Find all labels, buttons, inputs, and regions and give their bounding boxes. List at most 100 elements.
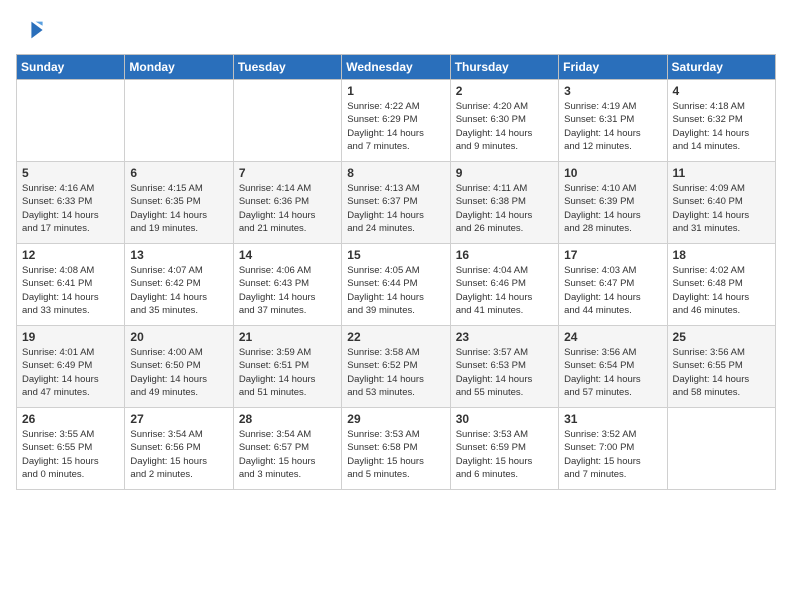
day-info: Sunrise: 4:02 AM Sunset: 6:48 PM Dayligh…	[673, 264, 770, 317]
day-number: 26	[22, 412, 119, 426]
calendar-cell: 27 Sunrise: 3:54 AM Sunset: 6:56 PM Dayli…	[125, 408, 233, 490]
calendar-cell: 28 Sunrise: 3:54 AM Sunset: 6:57 PM Dayli…	[233, 408, 341, 490]
calendar-table: SundayMondayTuesdayWednesdayThursdayFrid…	[16, 54, 776, 490]
calendar-cell	[667, 408, 775, 490]
day-info: Sunrise: 4:10 AM Sunset: 6:39 PM Dayligh…	[564, 182, 661, 235]
day-number: 4	[673, 84, 770, 98]
day-number: 28	[239, 412, 336, 426]
day-of-week-header: Saturday	[667, 55, 775, 80]
day-number: 17	[564, 248, 661, 262]
day-of-week-header: Thursday	[450, 55, 558, 80]
day-number: 10	[564, 166, 661, 180]
calendar-cell: 3Sunrise: 4:19 AM Sunset: 6:31 PM Daylig…	[559, 80, 667, 162]
calendar-cell: 20 Sunrise: 4:00 AM Sunset: 6:50 PM Dayli…	[125, 326, 233, 408]
day-number: 16	[456, 248, 553, 262]
calendar-cell: 12Sunrise: 4:08 AM Sunset: 6:41 PM Dayli…	[17, 244, 125, 326]
day-of-week-header: Monday	[125, 55, 233, 80]
day-number: 22	[347, 330, 444, 344]
calendar-week-row: 5Sunrise: 4:16 AM Sunset: 6:33 PM Daylig…	[17, 162, 776, 244]
calendar-body: 1 Sunrise: 4:22 AM Sunset: 6:29 PM Daylig…	[17, 80, 776, 490]
calendar-week-row: 12Sunrise: 4:08 AM Sunset: 6:41 PM Dayli…	[17, 244, 776, 326]
day-number: 13	[130, 248, 227, 262]
header-row: SundayMondayTuesdayWednesdayThursdayFrid…	[17, 55, 776, 80]
page-header	[16, 16, 776, 44]
calendar-cell: 11Sunrise: 4:09 AM Sunset: 6:40 PM Dayli…	[667, 162, 775, 244]
day-info: Sunrise: 4:16 AM Sunset: 6:33 PM Dayligh…	[22, 182, 119, 235]
day-number: 2	[456, 84, 553, 98]
day-info: Sunrise: 3:58 AM Sunset: 6:52 PM Dayligh…	[347, 346, 444, 399]
day-info: Sunrise: 3:53 AM Sunset: 6:58 PM Dayligh…	[347, 428, 444, 481]
day-info: Sunrise: 3:59 AM Sunset: 6:51 PM Dayligh…	[239, 346, 336, 399]
calendar-cell: 6 Sunrise: 4:15 AM Sunset: 6:35 PM Daylig…	[125, 162, 233, 244]
calendar-cell: 31 Sunrise: 3:52 AM Sunset: 7:00 PM Dayli…	[559, 408, 667, 490]
calendar-cell: 18Sunrise: 4:02 AM Sunset: 6:48 PM Dayli…	[667, 244, 775, 326]
day-number: 19	[22, 330, 119, 344]
day-info: Sunrise: 4:06 AM Sunset: 6:43 PM Dayligh…	[239, 264, 336, 317]
calendar-cell: 14Sunrise: 4:06 AM Sunset: 6:43 PM Dayli…	[233, 244, 341, 326]
calendar-cell: 10 Sunrise: 4:10 AM Sunset: 6:39 PM Dayli…	[559, 162, 667, 244]
day-number: 31	[564, 412, 661, 426]
day-number: 9	[456, 166, 553, 180]
calendar-cell: 7Sunrise: 4:14 AM Sunset: 6:36 PM Daylig…	[233, 162, 341, 244]
calendar-cell: 22 Sunrise: 3:58 AM Sunset: 6:52 PM Dayli…	[342, 326, 450, 408]
calendar-cell	[125, 80, 233, 162]
day-info: Sunrise: 4:05 AM Sunset: 6:44 PM Dayligh…	[347, 264, 444, 317]
day-number: 15	[347, 248, 444, 262]
day-number: 27	[130, 412, 227, 426]
calendar-cell: 4 Sunrise: 4:18 AM Sunset: 6:32 PM Daylig…	[667, 80, 775, 162]
day-number: 29	[347, 412, 444, 426]
day-number: 11	[673, 166, 770, 180]
calendar-week-row: 19 Sunrise: 4:01 AM Sunset: 6:49 PM Dayli…	[17, 326, 776, 408]
day-number: 12	[22, 248, 119, 262]
day-info: Sunrise: 3:52 AM Sunset: 7:00 PM Dayligh…	[564, 428, 661, 481]
day-info: Sunrise: 3:57 AM Sunset: 6:53 PM Dayligh…	[456, 346, 553, 399]
day-info: Sunrise: 4:11 AM Sunset: 6:38 PM Dayligh…	[456, 182, 553, 235]
day-info: Sunrise: 3:54 AM Sunset: 6:56 PM Dayligh…	[130, 428, 227, 481]
calendar-cell: 2 Sunrise: 4:20 AM Sunset: 6:30 PM Daylig…	[450, 80, 558, 162]
day-info: Sunrise: 4:18 AM Sunset: 6:32 PM Dayligh…	[673, 100, 770, 153]
day-info: Sunrise: 4:13 AM Sunset: 6:37 PM Dayligh…	[347, 182, 444, 235]
logo	[16, 16, 48, 44]
day-info: Sunrise: 4:01 AM Sunset: 6:49 PM Dayligh…	[22, 346, 119, 399]
calendar-cell: 15 Sunrise: 4:05 AM Sunset: 6:44 PM Dayli…	[342, 244, 450, 326]
day-number: 6	[130, 166, 227, 180]
calendar-cell	[233, 80, 341, 162]
day-info: Sunrise: 4:00 AM Sunset: 6:50 PM Dayligh…	[130, 346, 227, 399]
calendar-cell	[17, 80, 125, 162]
day-info: Sunrise: 4:20 AM Sunset: 6:30 PM Dayligh…	[456, 100, 553, 153]
calendar-cell: 26 Sunrise: 3:55 AM Sunset: 6:55 PM Dayli…	[17, 408, 125, 490]
calendar-header: SundayMondayTuesdayWednesdayThursdayFrid…	[17, 55, 776, 80]
logo-icon	[16, 16, 44, 44]
day-of-week-header: Friday	[559, 55, 667, 80]
day-info: Sunrise: 4:22 AM Sunset: 6:29 PM Dayligh…	[347, 100, 444, 153]
day-number: 1	[347, 84, 444, 98]
calendar-cell: 13 Sunrise: 4:07 AM Sunset: 6:42 PM Dayli…	[125, 244, 233, 326]
calendar-cell: 9 Sunrise: 4:11 AM Sunset: 6:38 PM Daylig…	[450, 162, 558, 244]
day-info: Sunrise: 3:55 AM Sunset: 6:55 PM Dayligh…	[22, 428, 119, 481]
day-info: Sunrise: 3:53 AM Sunset: 6:59 PM Dayligh…	[456, 428, 553, 481]
calendar-cell: 17 Sunrise: 4:03 AM Sunset: 6:47 PM Dayli…	[559, 244, 667, 326]
calendar-cell: 21Sunrise: 3:59 AM Sunset: 6:51 PM Dayli…	[233, 326, 341, 408]
calendar-cell: 30Sunrise: 3:53 AM Sunset: 6:59 PM Dayli…	[450, 408, 558, 490]
day-number: 8	[347, 166, 444, 180]
calendar-cell: 25Sunrise: 3:56 AM Sunset: 6:55 PM Dayli…	[667, 326, 775, 408]
day-number: 24	[564, 330, 661, 344]
day-number: 23	[456, 330, 553, 344]
day-info: Sunrise: 4:07 AM Sunset: 6:42 PM Dayligh…	[130, 264, 227, 317]
day-info: Sunrise: 3:54 AM Sunset: 6:57 PM Dayligh…	[239, 428, 336, 481]
day-info: Sunrise: 4:04 AM Sunset: 6:46 PM Dayligh…	[456, 264, 553, 317]
day-info: Sunrise: 4:15 AM Sunset: 6:35 PM Dayligh…	[130, 182, 227, 235]
calendar-week-row: 26 Sunrise: 3:55 AM Sunset: 6:55 PM Dayli…	[17, 408, 776, 490]
calendar-cell: 24Sunrise: 3:56 AM Sunset: 6:54 PM Dayli…	[559, 326, 667, 408]
day-info: Sunrise: 4:03 AM Sunset: 6:47 PM Dayligh…	[564, 264, 661, 317]
day-of-week-header: Tuesday	[233, 55, 341, 80]
day-number: 25	[673, 330, 770, 344]
calendar-cell: 29 Sunrise: 3:53 AM Sunset: 6:58 PM Dayli…	[342, 408, 450, 490]
day-number: 20	[130, 330, 227, 344]
day-info: Sunrise: 4:19 AM Sunset: 6:31 PM Dayligh…	[564, 100, 661, 153]
calendar-cell: 19 Sunrise: 4:01 AM Sunset: 6:49 PM Dayli…	[17, 326, 125, 408]
calendar-cell: 8 Sunrise: 4:13 AM Sunset: 6:37 PM Daylig…	[342, 162, 450, 244]
day-of-week-header: Sunday	[17, 55, 125, 80]
calendar-cell: 23 Sunrise: 3:57 AM Sunset: 6:53 PM Dayli…	[450, 326, 558, 408]
calendar-cell: 1 Sunrise: 4:22 AM Sunset: 6:29 PM Daylig…	[342, 80, 450, 162]
